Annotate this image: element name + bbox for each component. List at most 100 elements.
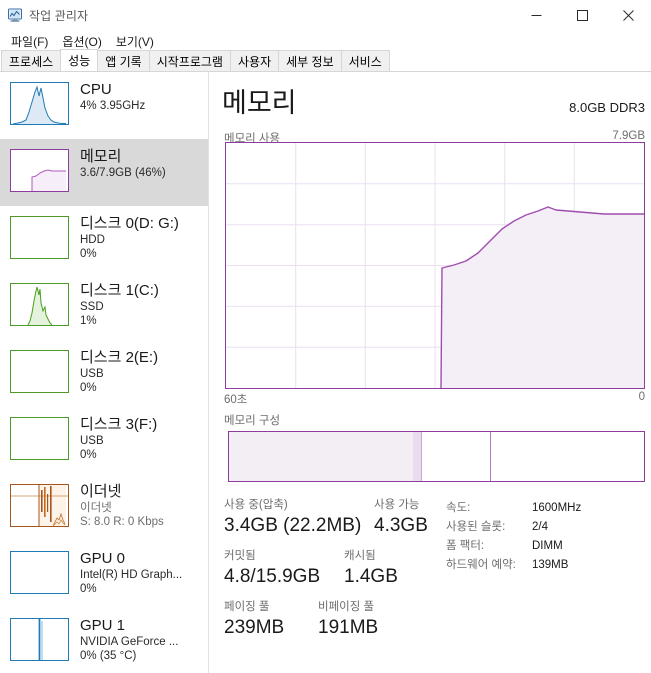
sidebar-item-title: CPU bbox=[80, 81, 112, 98]
memory-hardware-details: 속도: 1600MHz 사용된 슬롯: 2/4 폼 팩터: DIMM 하드웨어 … bbox=[446, 499, 651, 575]
detail-key: 사용된 슬롯: bbox=[446, 521, 506, 533]
stat-available: 사용 가능 4.3GB bbox=[374, 497, 428, 538]
memory-header: 메모리 8.0GB DDR3 bbox=[222, 88, 645, 118]
composition-label: 메모리 구성 bbox=[224, 415, 281, 427]
sidebar-item-memory[interactable]: 메모리 3.6/7.9GB (46%) bbox=[0, 139, 208, 206]
composition-segment-free bbox=[489, 432, 644, 481]
memory-thumbnail-graph bbox=[10, 149, 69, 192]
stat-value: 1.4GB bbox=[344, 566, 398, 587]
sidebar-disk3-text: 디스크 3(F:) USB 0% bbox=[80, 415, 157, 462]
window-controls bbox=[513, 0, 651, 30]
maximize-button[interactable] bbox=[559, 0, 605, 30]
sidebar-item-sub2: S: 8.0 R: 0 Kbps bbox=[80, 516, 164, 528]
sidebar-item-sub2: 0% bbox=[80, 382, 97, 394]
sidebar-item-title: GPU 1 bbox=[80, 617, 126, 634]
stat-paged-pool: 페이징 풀 239MB bbox=[224, 599, 318, 640]
sidebar-item-sub1: 4% 3.95GHz bbox=[80, 100, 146, 112]
tab-strip: 프로세스 성능 앱 기록 시작프로그램 사용자 세부 정보 서비스 bbox=[0, 49, 651, 72]
tab-users[interactable]: 사용자 bbox=[229, 50, 280, 71]
axis-right-label: 0 bbox=[638, 391, 645, 403]
sidebar-item-disk-0[interactable]: 디스크 0(D: G:) HDD 0% bbox=[0, 206, 208, 273]
sidebar-item-title: 디스크 1(C:) bbox=[80, 282, 159, 299]
memory-detail-panel: 메모리 8.0GB DDR3 메모리 사용 7.9GB 60초 0 메모리 구성… bbox=[210, 72, 651, 673]
sidebar-item-sub1: HDD bbox=[80, 234, 105, 246]
axis-left-label: 60초 bbox=[224, 394, 248, 406]
sidebar-item-sub1: 이더넷 bbox=[80, 502, 112, 514]
gpu0-thumbnail-graph bbox=[10, 551, 69, 594]
stat-value: 191MB bbox=[318, 617, 379, 638]
gpu1-thumbnail-graph bbox=[10, 618, 69, 661]
stat-value: 4.8/15.9GB bbox=[224, 566, 321, 587]
stat-nonpaged-pool: 비페이징 풀 191MB bbox=[318, 599, 378, 640]
tab-services[interactable]: 서비스 bbox=[340, 50, 390, 71]
sidebar-item-sub2: 0% bbox=[80, 248, 97, 260]
stat-label: 사용 가능 bbox=[374, 499, 420, 511]
task-manager-window: 작업 관리자 파일(F) 옵션(O) 보기(V) 프로세스 성능 앱 기록 시작… bbox=[0, 0, 651, 673]
stat-row-2: 커밋됨 4.8/15.9GB 캐시됨 1.4GB bbox=[224, 548, 439, 589]
task-manager-icon bbox=[7, 7, 23, 23]
sidebar-ethernet-text: 이더넷 이더넷 S: 8.0 R: 0 Kbps bbox=[80, 482, 164, 529]
sidebar-item-sub1: Intel(R) HD Graph... bbox=[80, 569, 183, 581]
tab-startup[interactable]: 시작프로그램 bbox=[148, 50, 231, 71]
graph-axis-row: 60초 0 bbox=[224, 391, 645, 407]
disk3-thumbnail-graph bbox=[10, 417, 69, 460]
sidebar-item-cpu[interactable]: CPU 4% 3.95GHz bbox=[0, 72, 208, 139]
resource-sidebar[interactable]: CPU 4% 3.95GHz 메모리 3.6/7.9GB (46%) 디스크 0… bbox=[0, 72, 209, 673]
stat-label: 캐시됨 bbox=[344, 550, 376, 562]
disk1-thumbnail-graph bbox=[10, 283, 69, 326]
sidebar-item-title: 메모리 bbox=[80, 148, 122, 165]
stat-in-use: 사용 중(압축) 3.4GB (22.2MB) bbox=[224, 497, 374, 538]
sidebar-item-sub1: SSD bbox=[80, 301, 104, 313]
menu-item-file[interactable]: 파일(F) bbox=[4, 31, 55, 52]
memory-usage-graph bbox=[225, 142, 645, 389]
close-button[interactable] bbox=[605, 0, 651, 30]
cpu-thumbnail-graph bbox=[10, 82, 69, 125]
stat-cached: 캐시됨 1.4GB bbox=[344, 548, 398, 589]
composition-segment-in-use bbox=[229, 432, 413, 481]
detail-row-speed: 속도: 1600MHz bbox=[446, 499, 651, 518]
disk2-thumbnail-graph bbox=[10, 350, 69, 393]
detail-row-form-factor: 폼 팩터: DIMM bbox=[446, 537, 651, 556]
stat-label: 사용 중(압축) bbox=[224, 499, 288, 511]
tab-app-history[interactable]: 앱 기록 bbox=[97, 50, 150, 71]
detail-row-hardware-reserved: 하드웨어 예약: 139MB bbox=[446, 556, 651, 575]
sidebar-item-sub2: 0% bbox=[80, 449, 97, 461]
tab-details[interactable]: 세부 정보 bbox=[278, 50, 342, 71]
detail-row-slots-used: 사용된 슬롯: 2/4 bbox=[446, 518, 651, 537]
sidebar-item-title: 디스크 3(F:) bbox=[80, 416, 158, 433]
sidebar-item-ethernet[interactable]: 이더넷 이더넷 S: 8.0 R: 0 Kbps bbox=[0, 474, 208, 541]
sidebar-item-gpu-0[interactable]: GPU 0 Intel(R) HD Graph... 0% bbox=[0, 541, 208, 608]
sidebar-item-sub1: NVIDIA GeForce ... bbox=[80, 636, 179, 648]
stat-value: 239MB bbox=[224, 617, 285, 638]
detail-value: 1600MHz bbox=[532, 502, 582, 514]
composition-segment-modified bbox=[412, 432, 421, 481]
sidebar-gpu0-text: GPU 0 Intel(R) HD Graph... 0% bbox=[80, 549, 182, 596]
title-bar: 작업 관리자 bbox=[0, 0, 651, 30]
detail-value: DIMM bbox=[532, 540, 563, 552]
memory-composition-bar[interactable] bbox=[228, 431, 645, 482]
window-title: 작업 관리자 bbox=[29, 8, 89, 23]
sidebar-item-disk-2[interactable]: 디스크 2(E:) USB 0% bbox=[0, 340, 208, 407]
sidebar-cpu-text: CPU 4% 3.95GHz bbox=[80, 80, 145, 113]
sidebar-item-sub1: 3.6/7.9GB (46%) bbox=[80, 167, 166, 179]
sidebar-item-sub2: 0% bbox=[80, 583, 97, 595]
sidebar-item-disk-1[interactable]: 디스크 1(C:) SSD 1% bbox=[0, 273, 208, 340]
memory-spec: 8.0GB DDR3 bbox=[569, 100, 645, 115]
tab-processes[interactable]: 프로세스 bbox=[1, 50, 62, 71]
sidebar-item-title: 디스크 2(E:) bbox=[80, 349, 159, 366]
minimize-button[interactable] bbox=[513, 0, 559, 30]
stat-row-3: 페이징 풀 239MB 비페이징 풀 191MB bbox=[224, 599, 439, 640]
ethernet-thumbnail-graph bbox=[10, 484, 69, 527]
sidebar-item-disk-3[interactable]: 디스크 3(F:) USB 0% bbox=[0, 407, 208, 474]
sidebar-disk0-text: 디스크 0(D: G:) HDD 0% bbox=[80, 214, 179, 261]
stat-value: 3.4GB (22.2MB) bbox=[224, 515, 362, 536]
sidebar-gpu1-text: GPU 1 NVIDIA GeForce ... 0% (35 °C) bbox=[80, 616, 178, 663]
sidebar-item-title: GPU 0 bbox=[80, 550, 126, 567]
stat-value: 4.3GB bbox=[374, 515, 428, 536]
stat-label: 커밋됨 bbox=[224, 550, 256, 562]
menu-item-view[interactable]: 보기(V) bbox=[109, 31, 161, 52]
memory-stats-left: 사용 중(압축) 3.4GB (22.2MB) 사용 가능 4.3GB 커밋됨 … bbox=[224, 497, 439, 650]
tab-performance[interactable]: 성능 bbox=[60, 49, 99, 71]
composition-segment-standby bbox=[420, 432, 490, 481]
sidebar-item-gpu-1[interactable]: GPU 1 NVIDIA GeForce ... 0% (35 °C) bbox=[0, 608, 208, 673]
